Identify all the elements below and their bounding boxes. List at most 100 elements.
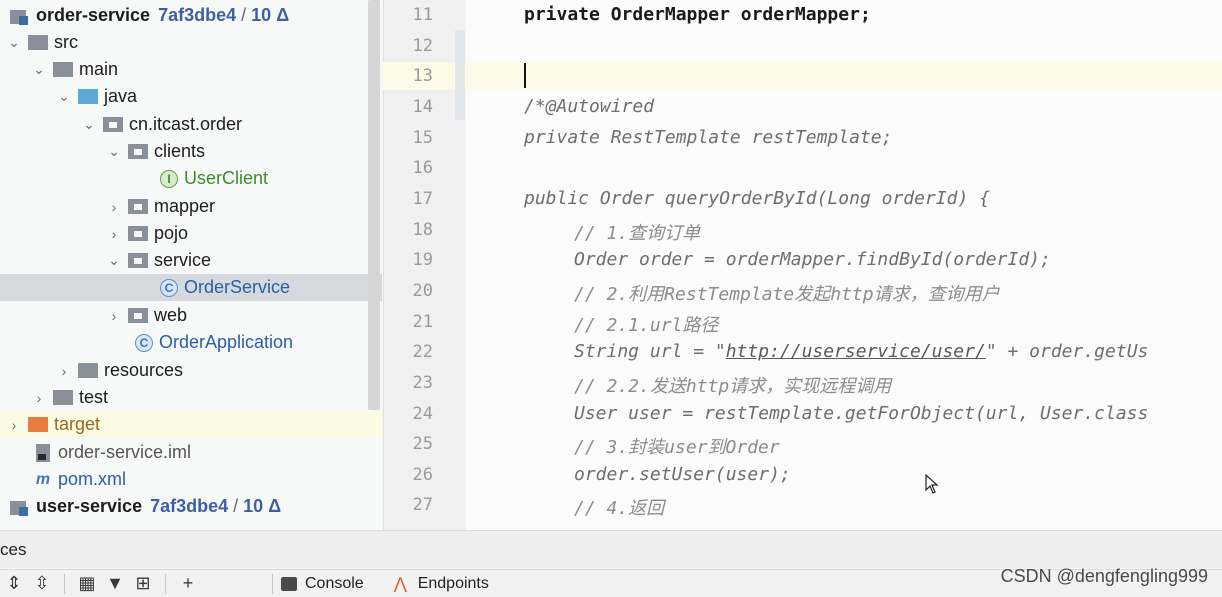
tree-item-pom[interactable]: m pom.xml: [0, 466, 382, 493]
chevron-right-icon[interactable]: ›: [6, 417, 22, 433]
code-line-26[interactable]: order.setUser(user);: [574, 464, 791, 485]
line-number: 25: [412, 434, 433, 454]
folder-icon: [53, 390, 73, 405]
tab-endpoints[interactable]: ⋀ Endpoints: [394, 574, 489, 594]
change-marker: [455, 30, 465, 120]
code-line-21[interactable]: // 2.1.url路径: [574, 311, 718, 337]
tree-item-main[interactable]: ⌄ main: [0, 56, 382, 83]
line-number: 18: [412, 220, 433, 240]
panel-title: ces: [0, 540, 27, 559]
tree-item-src[interactable]: ⌄ src: [0, 29, 382, 56]
tree-item-target[interactable]: › target: [0, 411, 382, 438]
line-number: 11: [412, 5, 433, 25]
tree-item-orderservice[interactable]: C OrderService: [0, 274, 382, 301]
divider: [165, 573, 166, 594]
module-icon: [10, 7, 30, 25]
code-line-18[interactable]: // 1.查询订单: [574, 219, 700, 245]
chevron-down-icon[interactable]: ⌄: [6, 34, 22, 51]
spring-boot-class-icon: C: [135, 333, 153, 352]
tree-item-pojo[interactable]: › pojo: [0, 220, 382, 247]
package-icon: [128, 199, 148, 214]
line-number: 17: [412, 189, 433, 209]
maven-icon: m: [35, 470, 51, 488]
tree-item-iml[interactable]: order-service.iml: [0, 439, 382, 466]
line-number: 13: [412, 66, 433, 86]
folder-icon: [53, 62, 73, 77]
bottom-panel-header: [0, 530, 1222, 568]
chevron-down-icon[interactable]: ⌄: [106, 143, 122, 160]
line-number: 27: [412, 495, 433, 515]
tree-item-package-order[interactable]: ⌄ cn.itcast.order: [0, 111, 382, 138]
tree-item-web[interactable]: › web: [0, 302, 382, 329]
code-line-17[interactable]: public Order queryOrderById(Long orderId…: [524, 188, 990, 209]
line-number: 23: [412, 373, 433, 393]
plus-icon[interactable]: +: [174, 573, 202, 594]
line-number: 16: [412, 158, 433, 178]
chevron-right-icon[interactable]: ›: [106, 308, 122, 324]
folder-icon: [28, 35, 48, 50]
code-line-27[interactable]: // 4.返回: [574, 494, 664, 520]
filter-icon[interactable]: ▼: [101, 573, 129, 594]
tree-item-orderapplication[interactable]: C OrderApplication: [0, 329, 382, 356]
chevron-down-icon[interactable]: ⌄: [106, 252, 122, 269]
group-icon[interactable]: ▦: [73, 573, 101, 594]
iml-file-icon: [36, 443, 50, 462]
module-name: user-service: [36, 496, 143, 516]
divider: [272, 573, 273, 594]
chevron-right-icon[interactable]: ›: [56, 363, 72, 379]
tree-item-clients[interactable]: ⌄ clients: [0, 138, 382, 165]
tree-item-mapper[interactable]: › mapper: [0, 193, 382, 220]
endpoints-icon: ⋀: [393, 575, 407, 593]
line-number: 12: [412, 36, 433, 56]
code-line-14[interactable]: /*@Autowired: [524, 96, 654, 117]
divider: [64, 573, 65, 594]
line-number: 24: [412, 404, 433, 424]
url-link[interactable]: http://userservice/user/: [726, 341, 986, 362]
current-line-highlight: [383, 62, 1222, 90]
tree-scrollbar[interactable]: [368, 0, 380, 410]
vcs-info: 7af3dbe4 / 10 Δ: [150, 496, 282, 516]
tab-console[interactable]: Console: [281, 575, 364, 593]
tree-item-service[interactable]: ⌄ service: [0, 247, 382, 274]
text-caret: [524, 63, 526, 88]
project-tree: order-service 7af3dbe4 / 10 Δ ⌄ src ⌄ ma…: [0, 0, 382, 530]
source-folder-icon: [78, 89, 98, 104]
code-line-25[interactable]: // 3.封装user到Order: [574, 433, 780, 459]
chevron-down-icon[interactable]: ⌄: [31, 61, 47, 78]
code-line-11[interactable]: private OrderMapper orderMapper;: [524, 4, 871, 25]
interface-icon: I: [160, 169, 178, 188]
tree-module-order-service[interactable]: order-service 7af3dbe4 / 10 Δ: [0, 2, 382, 29]
chevron-down-icon[interactable]: ⌄: [56, 88, 72, 105]
package-icon: [128, 144, 148, 159]
code-line-23[interactable]: // 2.2.发送http请求，实现远程调用: [574, 372, 891, 398]
tree-item-userclient[interactable]: I UserClient: [0, 165, 382, 192]
chevron-down-icon[interactable]: ⌄: [81, 116, 97, 133]
package-icon: [128, 308, 148, 323]
expand-all-icon[interactable]: ⇕: [0, 573, 28, 594]
module-icon: [10, 498, 30, 516]
tree-item-java[interactable]: ⌄ java: [0, 83, 382, 110]
code-line-15[interactable]: private RestTemplate restTemplate;: [524, 127, 892, 148]
vcs-info: 7af3dbe4 / 10 Δ: [158, 5, 290, 25]
mouse-pointer-icon: [925, 474, 939, 494]
resources-folder-icon: [78, 363, 98, 378]
chevron-right-icon[interactable]: ›: [106, 226, 122, 242]
chevron-right-icon[interactable]: ›: [31, 390, 47, 406]
tree-item-test[interactable]: › test: [0, 384, 382, 411]
add-service-icon[interactable]: ⊞: [129, 573, 157, 594]
package-icon: [103, 117, 123, 132]
code-line-24[interactable]: User user = restTemplate.getForObject(ur…: [574, 403, 1148, 424]
line-number: 19: [412, 250, 433, 270]
watermark: CSDN @dengfengling999: [1000, 566, 1208, 586]
collapse-all-icon[interactable]: ⇳: [28, 573, 56, 594]
line-number: 26: [412, 465, 433, 485]
chevron-right-icon[interactable]: ›: [106, 199, 122, 215]
package-icon: [128, 253, 148, 268]
line-number: 15: [412, 128, 433, 148]
code-line-22[interactable]: String url = "http://userservice/user/" …: [574, 341, 1148, 362]
code-line-20[interactable]: // 2.利用RestTemplate发起http请求，查询用户: [574, 280, 1000, 306]
line-number: 14: [412, 97, 433, 117]
tree-item-resources[interactable]: › resources: [0, 357, 382, 384]
code-line-19[interactable]: Order order = orderMapper.findById(order…: [574, 249, 1051, 270]
tree-module-user-service[interactable]: user-service 7af3dbe4 / 10 Δ: [0, 493, 382, 520]
